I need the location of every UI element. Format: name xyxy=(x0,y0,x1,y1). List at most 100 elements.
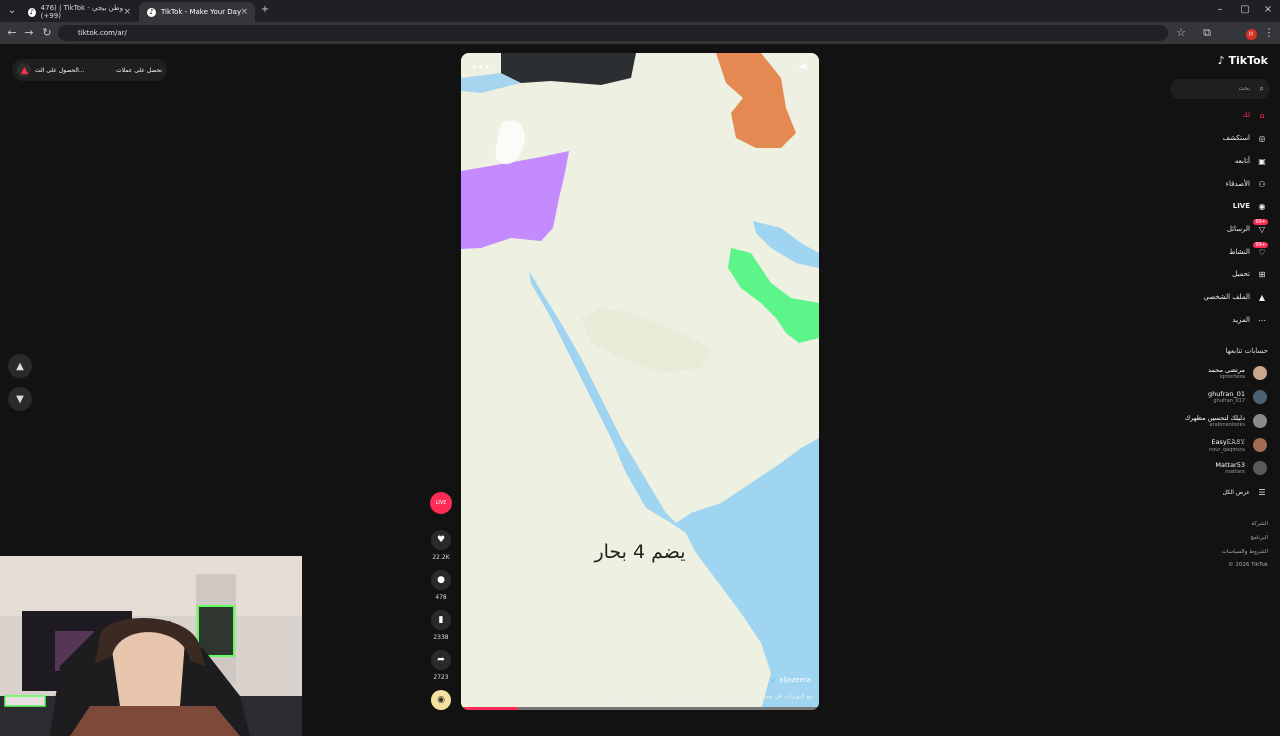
activity-icon: ♡ 99+ xyxy=(1253,242,1268,257)
creator-avatar[interactable]: LIVE xyxy=(429,492,453,514)
account-display-name: Easy𝙴𝙰𝚂𝚈 xyxy=(1211,437,1245,446)
new-tab-button[interactable]: + xyxy=(259,4,271,15)
nav-item-home[interactable]: لك ⌂ xyxy=(1242,108,1268,122)
music-disc-icon[interactable]: ◉ xyxy=(431,690,451,710)
followed-account[interactable]: مرتضى محمد iqmorteza xyxy=(1208,364,1267,382)
minimize-icon[interactable]: – xyxy=(1214,4,1226,15)
close-window-icon[interactable]: × xyxy=(1262,4,1274,15)
tab-title: 476) | TikTok - وطن بيجي (99+) xyxy=(40,4,123,20)
browser-tab-strip: ⌄ ♪ 476) | TikTok - وطن بيجي (99+) × ♪ T… xyxy=(0,0,1280,22)
tiktok-favicon-icon: ♪ xyxy=(147,7,156,17)
maximize-icon[interactable]: ▢ xyxy=(1239,4,1251,15)
followed-account[interactable]: ghufran_01 ghufran_017 xyxy=(1208,388,1267,406)
heart-icon[interactable]: ♥ xyxy=(431,530,451,550)
save-button[interactable]: ▮ 2338 xyxy=(429,610,453,641)
followed-account[interactable]: Easy𝙴𝙰𝚂𝚈 nour_qaqmsra xyxy=(1209,436,1267,454)
more-options-icon[interactable]: ••• xyxy=(471,61,490,74)
url-text: tiktok.com/ar/ xyxy=(78,29,127,37)
nav-item-following[interactable]: أتابعه ▣ xyxy=(1235,154,1268,168)
video-author-handle[interactable]: ✓ aljazeera xyxy=(771,676,811,684)
followed-account[interactable]: دليلك لتحسين مظهرك arabmenlooks xyxy=(1185,412,1267,430)
tab-tiktok-inbox[interactable]: ♪ 476) | TikTok - وطن بيجي (99+) × xyxy=(20,2,138,22)
close-tab-icon[interactable]: × xyxy=(123,7,131,17)
close-tab-icon[interactable]: × xyxy=(240,7,248,17)
search-input[interactable]: بحث ⌕ xyxy=(1170,79,1270,99)
home-icon: ⌂ xyxy=(1259,110,1265,120)
get-coins-link[interactable]: تحصل على عملات xyxy=(116,67,162,74)
nav-item-activity[interactable]: النشاط ♡ 99+ xyxy=(1229,242,1268,259)
messages-icon: ▽ 99+ xyxy=(1253,219,1268,234)
avatar[interactable] xyxy=(1253,366,1267,380)
search-icon[interactable]: ⌕ xyxy=(1260,79,1264,99)
video-progress-bar[interactable] xyxy=(461,707,819,710)
footer-link[interactable]: الشركة xyxy=(1251,521,1268,527)
creator-logo-icon[interactable] xyxy=(17,63,31,77)
account-handle: iqmorteza xyxy=(1219,374,1245,380)
footer-link[interactable]: الشروط والسياسات xyxy=(1222,549,1268,555)
like-button[interactable]: ♥ 22.2K xyxy=(429,530,453,561)
notification-badge: 99+ xyxy=(1253,219,1268,225)
nav-item-messages[interactable]: الرسائل ▽ 99+ xyxy=(1227,219,1268,236)
forward-icon[interactable]: → xyxy=(22,26,36,40)
share-icon[interactable]: ➦ xyxy=(431,650,451,670)
reload-icon[interactable]: ↻ xyxy=(40,26,54,40)
creator-live-avatar-icon[interactable]: LIVE xyxy=(430,492,452,514)
see-all-button[interactable]: عرض الكل ☰ xyxy=(1223,485,1268,499)
avatar[interactable] xyxy=(1253,438,1267,452)
nav-item-live[interactable]: LIVE ◉ xyxy=(1233,199,1268,213)
coins-banner[interactable]: الحصول على الت... تحصل على عملات xyxy=(12,59,167,81)
get-app-link[interactable]: الحصول على الت... xyxy=(35,67,85,74)
list-icon: ☰ xyxy=(1258,487,1266,497)
avatar[interactable] xyxy=(1253,414,1267,428)
video-caption[interactable]: مع التوترات في مضيق هرمز يعود الحديث حول… xyxy=(461,693,819,700)
nav-item-profile[interactable]: الملف الشخصي ▲ xyxy=(1203,290,1268,304)
url-field[interactable]: tiktok.com/ar/ xyxy=(58,25,1168,41)
nav-item-more[interactable]: المزيد ⋯ xyxy=(1232,313,1268,327)
tab-tiktok-home[interactable]: ♪ TikTok - Make Your Day × xyxy=(139,2,255,22)
followed-account[interactable]: Mattar53 mattarx xyxy=(1215,459,1267,477)
account-names: مرتضى محمد iqmorteza xyxy=(1208,366,1245,380)
account-handle: ghufran_017 xyxy=(1213,398,1245,404)
volume-icon[interactable]: ◀) xyxy=(799,62,809,72)
extensions-icon[interactable]: ⧉ xyxy=(1200,26,1214,40)
comment-button[interactable]: ● 478 xyxy=(429,570,453,601)
account-handle: nour_qaqmsra xyxy=(1209,446,1245,453)
comment-count: 478 xyxy=(435,594,447,601)
back-icon[interactable]: ← xyxy=(5,26,19,40)
video-overlay-text: يضم 4 بحار xyxy=(594,541,686,563)
account-names: دليلك لتحسين مظهرك arabmenlooks xyxy=(1185,414,1245,428)
live-icon: ◉ xyxy=(1258,201,1266,211)
avatar[interactable] xyxy=(1253,390,1267,404)
next-video-button[interactable]: ▼ xyxy=(8,387,32,411)
bookmark-star-icon[interactable]: ☆ xyxy=(1174,26,1188,40)
footer-link[interactable]: © 2026 TikTok xyxy=(1228,562,1268,568)
avatar[interactable] xyxy=(1253,461,1267,475)
streamer-webcam xyxy=(0,556,302,736)
webcam-image xyxy=(0,556,302,736)
compass-icon: ◎ xyxy=(1258,133,1266,143)
music-disc[interactable]: ◉ xyxy=(429,690,453,710)
tab-search-icon[interactable]: ⌄ xyxy=(6,5,18,16)
bookmark-icon[interactable]: ▮ xyxy=(431,610,451,630)
share-button[interactable]: ➦ 2723 xyxy=(429,650,453,681)
menu-icon[interactable]: ⋮ xyxy=(1262,26,1276,40)
account-handle: mattarx xyxy=(1225,469,1245,475)
share-count: 2723 xyxy=(433,674,449,681)
nav-item-compass[interactable]: استكشف ◎ xyxy=(1223,131,1268,145)
previous-video-button[interactable]: ▲ xyxy=(8,354,32,378)
more-icon: ⋯ xyxy=(1258,315,1266,325)
tiktok-logo[interactable]: ♪ TikTok xyxy=(1218,54,1268,67)
account-display-name: دليلك لتحسين مظهرك xyxy=(1184,414,1245,422)
verified-icon: ✓ xyxy=(770,676,777,684)
account-names: ghufran_01 ghufran_017 xyxy=(1208,390,1245,404)
comment-icon[interactable]: ● xyxy=(431,570,451,590)
footer-link[interactable]: البرنامج xyxy=(1250,535,1268,541)
upload-icon: ⊞ xyxy=(1258,269,1266,279)
profile-avatar-icon[interactable]: M xyxy=(1244,26,1258,40)
account-display-name: Mattar53 xyxy=(1215,461,1245,469)
nav-item-upload[interactable]: تحميل ⊞ xyxy=(1232,267,1268,281)
following-icon: ▣ xyxy=(1258,156,1266,166)
video-player[interactable]: ••• ◀) يضم 4 بحار ✓ aljazeera مع التوترا… xyxy=(461,53,819,710)
nav-item-friends[interactable]: الأصدقاء ⚇ xyxy=(1226,177,1268,191)
following-title: حسابات تتابعها xyxy=(1225,347,1268,355)
